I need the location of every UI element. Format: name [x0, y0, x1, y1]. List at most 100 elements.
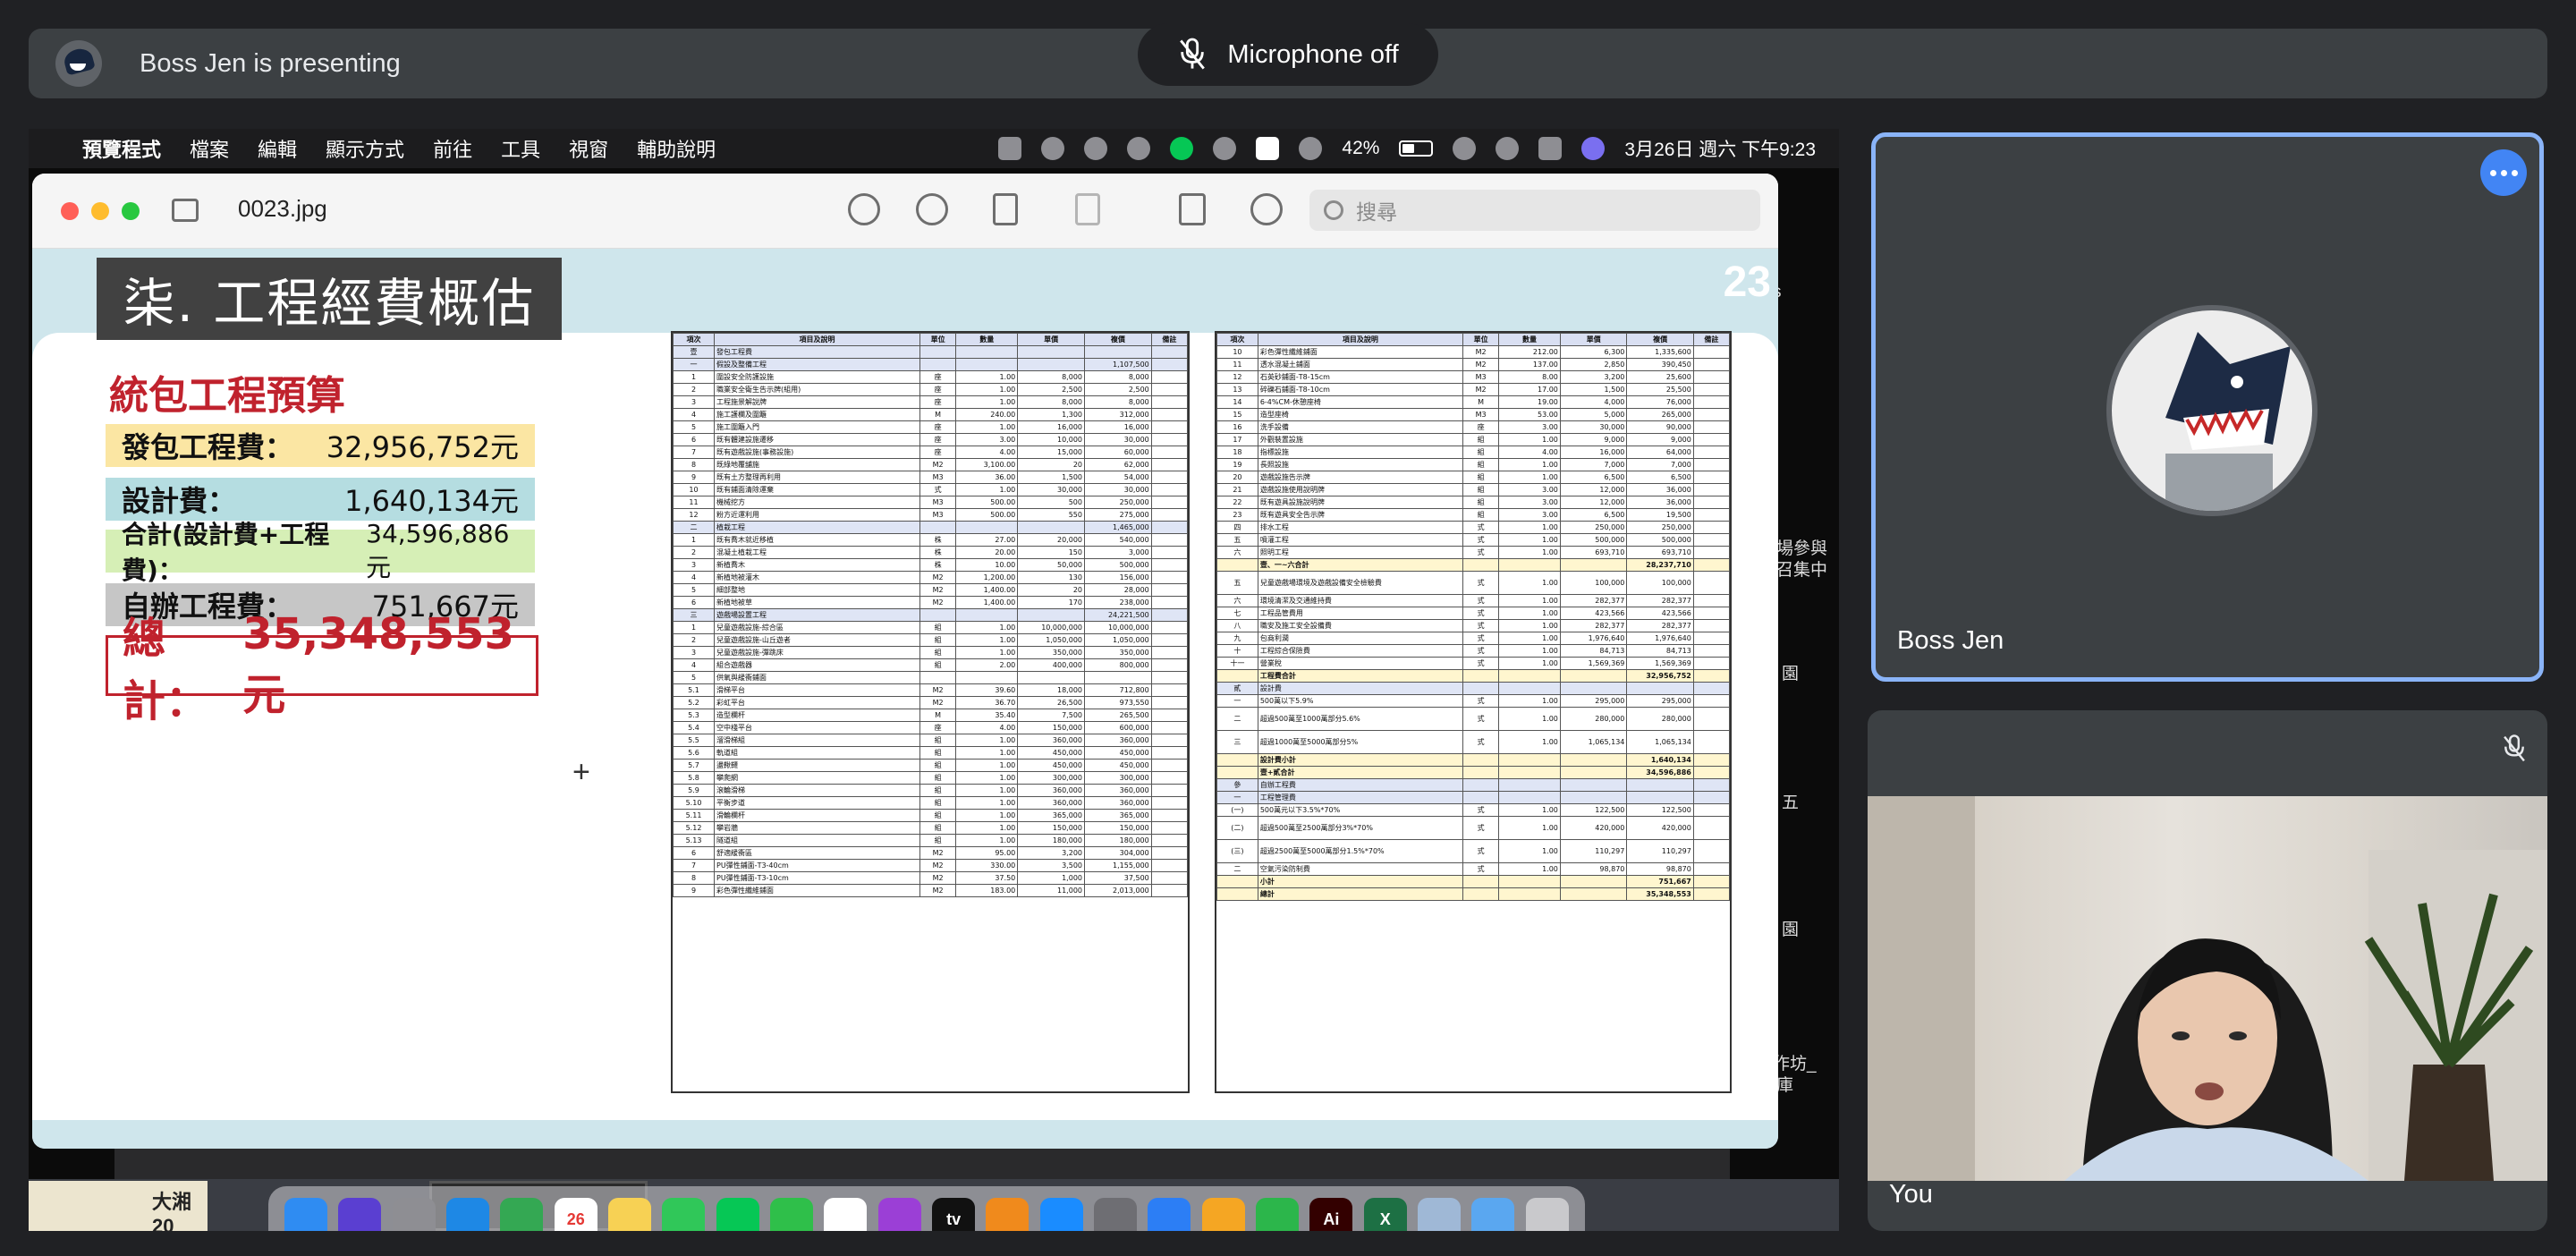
battery-icon[interactable] — [1399, 140, 1434, 157]
stage-manager-icon[interactable] — [998, 137, 1022, 160]
table-row: 參自辦工程費 — [1216, 778, 1730, 792]
table-cell: 30,000 — [1559, 420, 1628, 434]
pages-icon[interactable] — [1201, 1198, 1245, 1231]
participant-tile-you[interactable]: You — [1868, 710, 2547, 1231]
table-cell — [1498, 791, 1561, 804]
annotate-icon[interactable] — [1250, 193, 1283, 225]
shared-screen: 預覽程式 檔案 編輯 顯示方式 前往 工具 視窗 輔助說明 42% 3月26日 … — [29, 129, 1839, 1231]
siri-status-icon[interactable] — [1581, 137, 1606, 160]
rotate-icon[interactable] — [1179, 193, 1206, 225]
zoom-in-icon[interactable] — [916, 193, 948, 225]
table-cell — [1462, 778, 1500, 792]
menu-view[interactable]: 顯示方式 — [326, 134, 404, 163]
table-cell: 組 — [1462, 458, 1500, 471]
play-icon[interactable] — [1213, 137, 1237, 160]
excel-icon[interactable]: X — [1363, 1198, 1407, 1231]
table-cell: 39.60 — [955, 683, 1019, 697]
siri-icon[interactable] — [338, 1198, 382, 1231]
messages-icon[interactable] — [662, 1198, 706, 1231]
illustrator-icon[interactable]: Ai — [1309, 1198, 1353, 1231]
sidebar-toggle-icon[interactable] — [172, 199, 199, 222]
chrome-icon[interactable] — [500, 1198, 544, 1231]
podcasts-icon[interactable] — [877, 1198, 921, 1231]
table-cell: 6 — [673, 596, 715, 609]
table-cell: 295,000 — [1626, 694, 1694, 708]
table-cell — [1017, 358, 1085, 371]
table-cell — [1692, 753, 1730, 767]
more-options-button[interactable] — [2480, 149, 2527, 196]
finder-icon[interactable] — [284, 1198, 328, 1231]
control-center-icon[interactable] — [1538, 137, 1563, 160]
menu-file[interactable]: 檔案 — [190, 134, 229, 163]
table-cell — [1626, 778, 1694, 792]
folder-icon[interactable] — [1471, 1198, 1515, 1231]
table-cell: 4.00 — [955, 721, 1019, 734]
media-icon[interactable] — [1041, 137, 1065, 160]
appstore-icon[interactable] — [1039, 1198, 1083, 1231]
line-status-icon[interactable] — [1170, 137, 1194, 160]
creative-cloud-icon[interactable] — [1084, 137, 1108, 160]
input-method-icon[interactable] — [1256, 137, 1280, 160]
table-cell: 座 — [919, 420, 957, 434]
table-cell: 5.2 — [673, 696, 715, 709]
table-cell: 組 — [919, 633, 957, 647]
close-icon[interactable] — [61, 201, 79, 220]
menu-window[interactable]: 視窗 — [569, 134, 608, 163]
table-cell: 1.00 — [955, 395, 1019, 409]
participant-avatar — [2106, 305, 2318, 516]
slack-icon[interactable] — [824, 1198, 868, 1231]
table-cell — [1498, 887, 1561, 901]
preview-icon[interactable] — [1418, 1198, 1462, 1231]
table-cell: 20 — [1216, 471, 1258, 484]
menu-tools[interactable]: 工具 — [501, 134, 540, 163]
table-cell: 座 — [919, 433, 957, 446]
table-cell — [1692, 839, 1730, 863]
search-input[interactable]: 搜尋 — [1309, 190, 1760, 231]
background-text: 園 — [1782, 665, 1800, 683]
table-cell: 組 — [919, 834, 957, 847]
zoom-out-icon[interactable] — [848, 193, 880, 225]
menu-help[interactable]: 輔助說明 — [637, 134, 716, 163]
table-cell: 軌道組 — [714, 746, 920, 760]
wifi-icon[interactable] — [1453, 137, 1477, 160]
table-cell: 超過500萬至2500萬部分3%*70% — [1257, 816, 1464, 840]
table-cell: 365,000 — [1084, 809, 1152, 822]
tv-icon[interactable]: tv — [932, 1198, 976, 1231]
table-cell: 3 — [673, 558, 715, 572]
table-cell: 1.00 — [955, 420, 1019, 434]
notes-icon[interactable] — [608, 1198, 652, 1231]
table-cell — [1692, 887, 1730, 901]
menu-app[interactable]: 預覽程式 — [82, 134, 161, 163]
table-cell — [1692, 862, 1730, 876]
participant-tile-boss-jen[interactable]: Boss Jen — [1871, 132, 2544, 682]
facetime-icon[interactable] — [770, 1198, 814, 1231]
keynote-icon[interactable] — [1148, 1198, 1191, 1231]
table-cell: 組 — [919, 771, 957, 785]
line-icon[interactable] — [716, 1198, 759, 1231]
menu-edit[interactable]: 編輯 — [258, 134, 297, 163]
launchpad-icon[interactable] — [392, 1198, 436, 1231]
trash-icon[interactable] — [1525, 1198, 1569, 1231]
books-icon[interactable] — [986, 1198, 1030, 1231]
microphone-status-pill[interactable]: Microphone off — [1138, 23, 1438, 86]
table-cell — [1150, 420, 1188, 434]
table-cell: 240.00 — [955, 408, 1019, 421]
numbers-icon[interactable] — [1256, 1198, 1300, 1231]
dropbox-icon[interactable] — [1127, 137, 1151, 160]
table-cell: 550 — [1017, 508, 1085, 522]
bluetooth-icon[interactable] — [1299, 137, 1323, 160]
fullscreen-icon[interactable] — [122, 201, 140, 220]
table-cell — [1150, 533, 1188, 547]
safari-icon[interactable] — [446, 1198, 490, 1231]
table-cell: 1.00 — [955, 734, 1019, 747]
menu-go[interactable]: 前往 — [433, 134, 472, 163]
share-icon[interactable] — [993, 193, 1018, 225]
table-cell: 新植地被灌木 — [714, 571, 920, 584]
table-cell: 100,000 — [1559, 571, 1628, 595]
calendar-icon[interactable]: 26 — [554, 1198, 597, 1231]
system-preferences-icon[interactable] — [1094, 1198, 1138, 1231]
spotlight-icon[interactable] — [1496, 137, 1520, 160]
table-cell — [1150, 621, 1188, 634]
minimize-icon[interactable] — [91, 201, 109, 220]
markup-icon[interactable] — [1075, 193, 1100, 225]
